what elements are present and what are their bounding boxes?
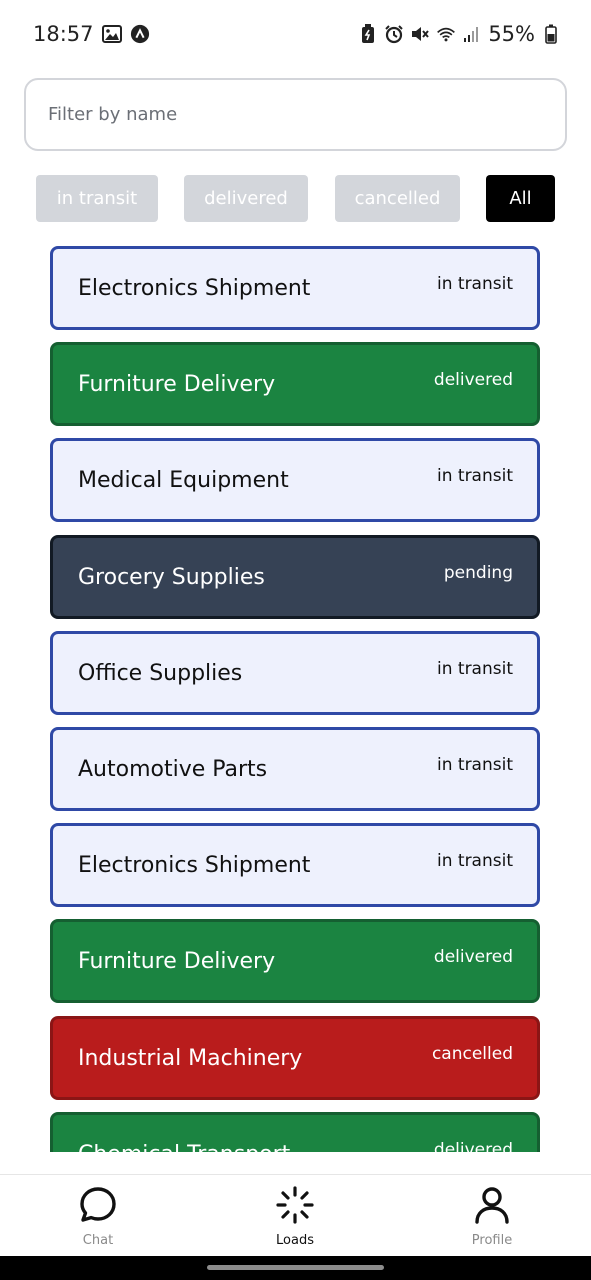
load-status: in transit: [437, 659, 513, 679]
load-card[interactable]: Electronics Shipment in transit: [50, 246, 540, 330]
load-card[interactable]: Medical Equipment in transit: [50, 438, 540, 522]
load-status: pending: [443, 563, 513, 583]
app-screen: 18:57 55% Filter by name in transit deli…: [0, 0, 591, 1280]
load-name: Chemical Transport: [78, 1142, 290, 1153]
person-icon: [472, 1185, 512, 1229]
load-status: in transit: [437, 851, 513, 871]
load-name: Industrial Machinery: [78, 1045, 303, 1071]
home-gesture-handle[interactable]: [207, 1265, 384, 1270]
loads-list: Electronics Shipment in transit Furnitur…: [0, 0, 591, 1152]
load-status: delivered: [433, 370, 513, 390]
nav-label-loads: Loads: [276, 1233, 314, 1248]
system-gesture-bar: [0, 1256, 591, 1280]
load-name: Electronics Shipment: [78, 852, 311, 878]
load-card[interactable]: Automotive Parts in transit: [50, 727, 540, 811]
load-status: delivered: [433, 1140, 513, 1152]
load-status: delivered: [433, 947, 513, 967]
bottom-navigation: Chat Loads Profile: [0, 1174, 591, 1256]
load-name: Grocery Supplies: [78, 564, 265, 590]
load-name: Automotive Parts: [78, 756, 268, 782]
load-card[interactable]: Furniture Delivery delivered: [50, 342, 540, 426]
load-card[interactable]: Furniture Delivery delivered: [50, 919, 540, 1003]
load-card[interactable]: Electronics Shipment in transit: [50, 823, 540, 907]
load-status: cancelled: [431, 1044, 513, 1064]
load-status: in transit: [437, 274, 513, 294]
nav-tab-profile[interactable]: Profile: [432, 1185, 552, 1253]
load-name: Medical Equipment: [78, 467, 289, 493]
load-card[interactable]: Grocery Supplies pending: [50, 535, 540, 619]
load-name: Electronics Shipment: [78, 275, 311, 301]
load-status: in transit: [437, 755, 513, 775]
nav-label-profile: Profile: [471, 1233, 513, 1248]
load-card[interactable]: Chemical Transport delivered: [50, 1112, 540, 1152]
chat-bubble-icon: [78, 1185, 118, 1229]
load-name: Furniture Delivery: [78, 948, 276, 974]
load-name: Office Supplies: [78, 660, 243, 686]
loading-spinner-icon: [275, 1185, 315, 1229]
load-status: in transit: [437, 466, 513, 486]
load-name: Furniture Delivery: [78, 371, 276, 397]
load-card[interactable]: Office Supplies in transit: [50, 631, 540, 715]
nav-tab-chat[interactable]: Chat: [38, 1185, 158, 1253]
nav-tab-loads[interactable]: Loads: [235, 1185, 355, 1253]
load-card[interactable]: Industrial Machinery cancelled: [50, 1016, 540, 1100]
nav-label-chat: Chat: [82, 1233, 114, 1248]
